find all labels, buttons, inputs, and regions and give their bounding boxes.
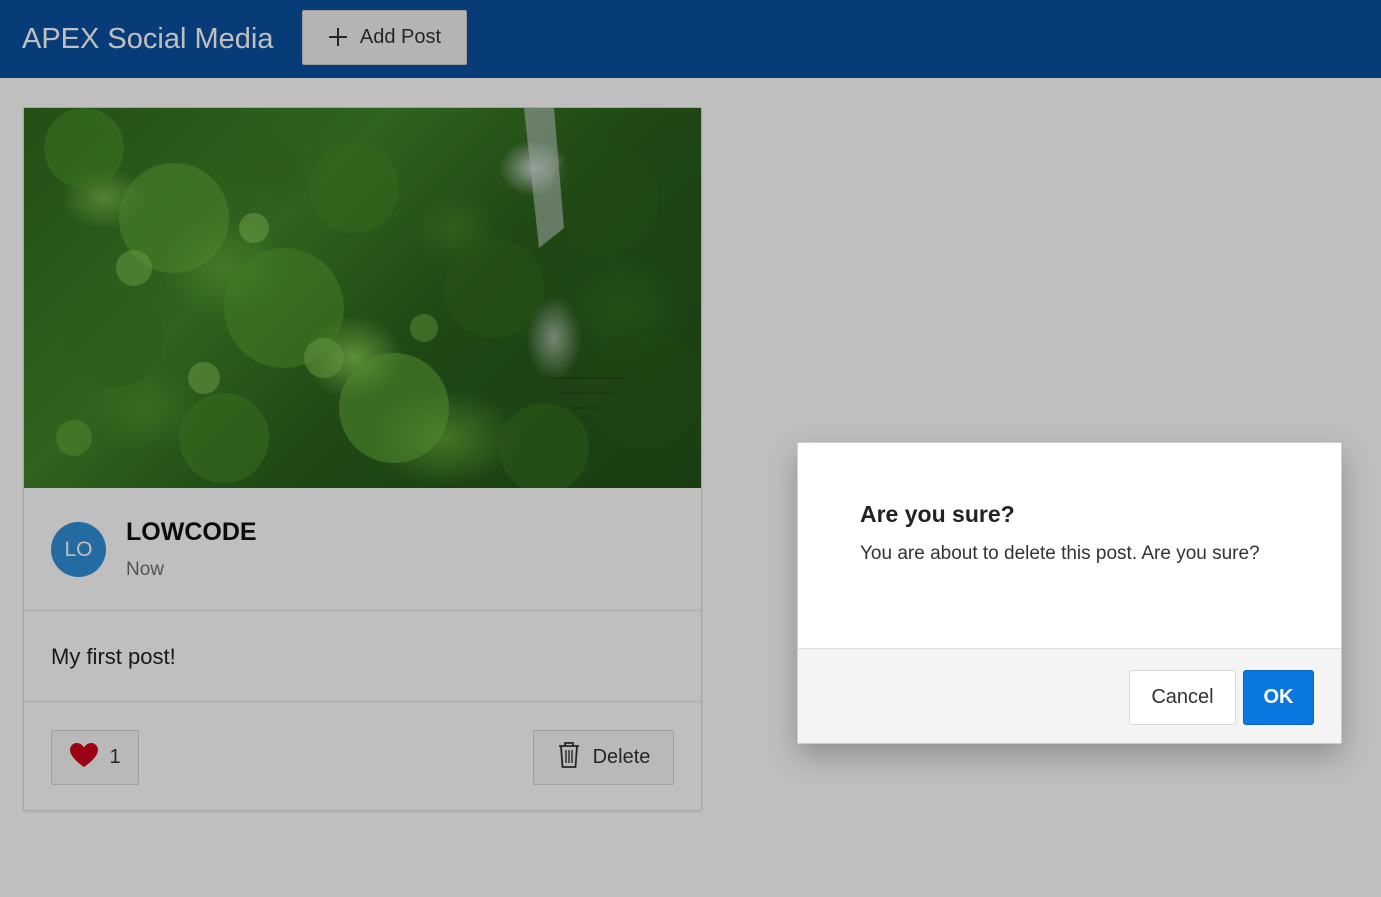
- dialog-footer: Cancel OK: [798, 648, 1341, 743]
- dialog-message: You are about to delete this post. Are y…: [860, 543, 1260, 564]
- confirm-dialog: Are you sure? You are about to delete th…: [797, 442, 1342, 744]
- dialog-content: Are you sure? You are about to delete th…: [798, 443, 1341, 648]
- dialog-title: Are you sure?: [860, 501, 1015, 527]
- cancel-button[interactable]: Cancel: [1129, 670, 1236, 725]
- ok-button[interactable]: OK: [1243, 670, 1314, 725]
